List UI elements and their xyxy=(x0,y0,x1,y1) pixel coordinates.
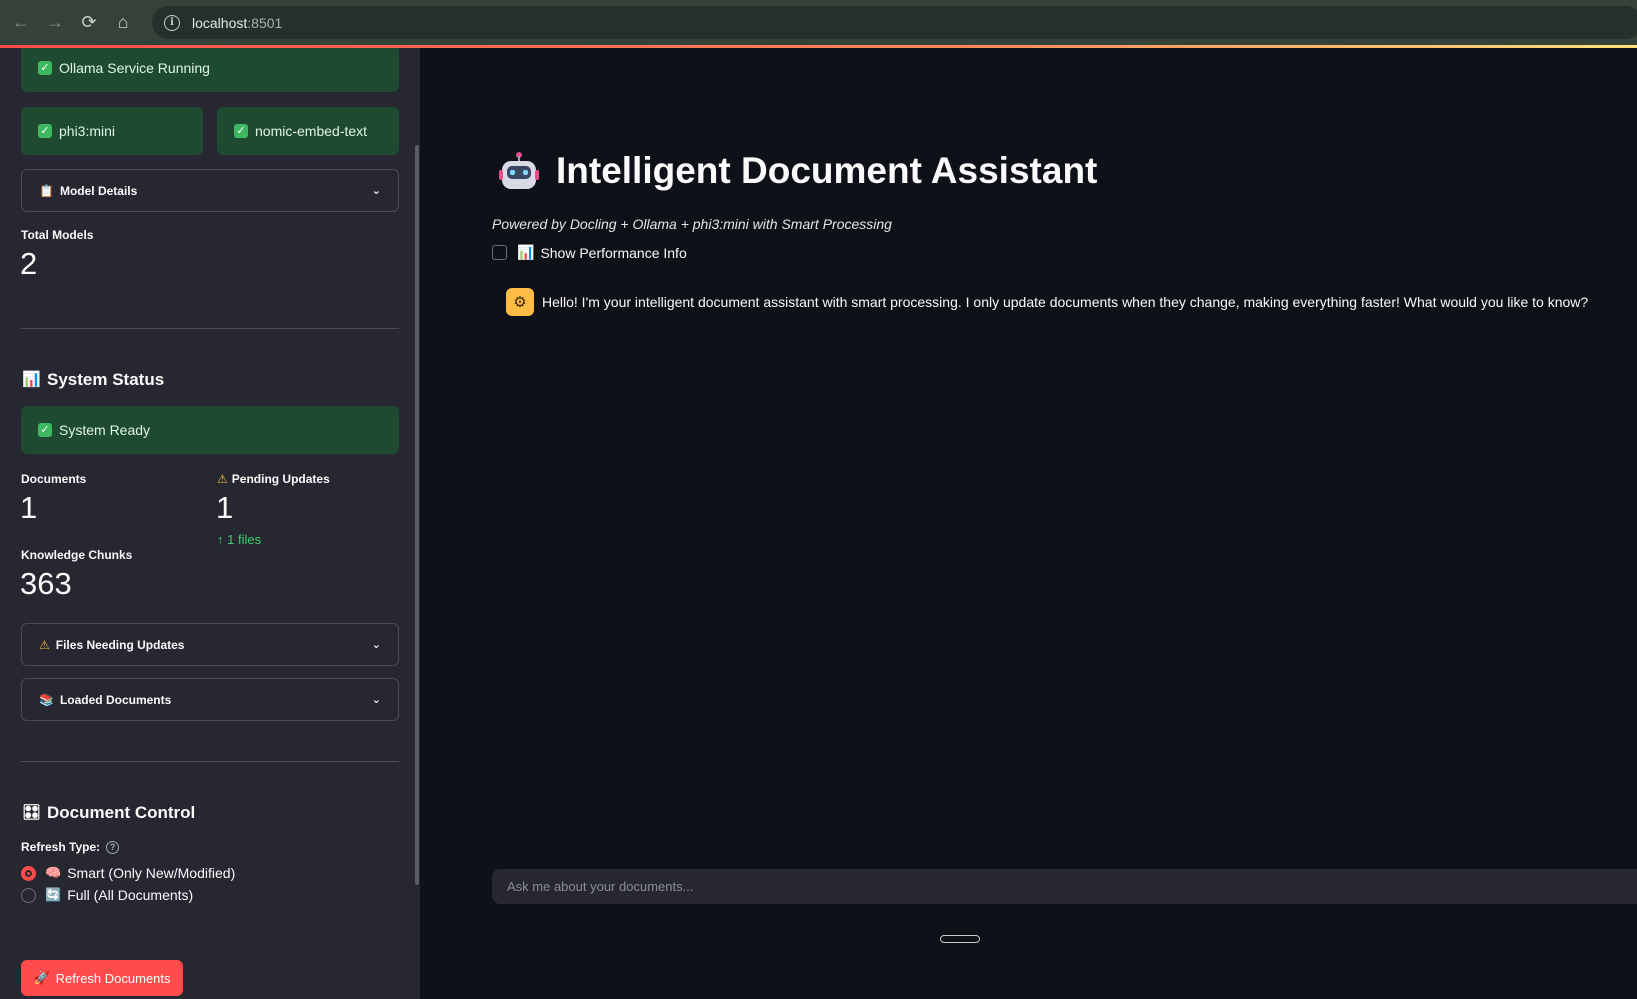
brain-icon: 🧠 xyxy=(45,865,62,880)
divider xyxy=(21,328,399,329)
radio-smart[interactable]: 🧠 Smart (Only New/Modified) xyxy=(21,865,235,881)
url-port: :8501 xyxy=(247,14,283,31)
ollama-status-text: Ollama Service Running xyxy=(59,60,210,76)
radio-unselected-icon[interactable] xyxy=(21,887,36,903)
bar-chart-icon: 📊 xyxy=(22,371,41,388)
resize-handle[interactable] xyxy=(940,935,980,943)
page-title: Intelligent Document Assistant xyxy=(498,150,1097,192)
system-ready-text: System Ready xyxy=(59,422,151,438)
check-icon: ✓ xyxy=(38,124,52,138)
page-title-text: Intelligent Document Assistant xyxy=(556,150,1098,191)
site-info-icon[interactable]: i xyxy=(164,14,180,31)
pending-delta-text: 1 files xyxy=(227,532,262,547)
check-icon: ✓ xyxy=(234,124,248,138)
model-details-label: Model Details xyxy=(59,183,138,198)
documents-value: 1 xyxy=(20,490,38,525)
robot-icon xyxy=(498,150,540,192)
loaded-documents-expander[interactable]: 📚 Loaded Documents ⌄ xyxy=(21,678,399,721)
books-icon: 📚 xyxy=(39,692,54,707)
radio-full[interactable]: 🔄 Full (All Documents) xyxy=(21,887,193,903)
bar-chart-icon: 📊 xyxy=(517,244,535,260)
chevron-down-icon: ⌄ xyxy=(371,694,381,706)
pending-updates-value: 1 xyxy=(216,490,234,525)
show-performance-checkbox[interactable]: 📊 Show Performance Info xyxy=(492,244,687,261)
divider xyxy=(21,761,399,762)
documents-label: Documents xyxy=(21,472,87,486)
checkbox-box[interactable] xyxy=(492,245,507,260)
knowledge-chunks-value: 363 xyxy=(20,566,72,601)
document-control-heading: 🎛 Document Control xyxy=(22,803,195,823)
address-bar[interactable]: i localhost:8501 xyxy=(152,6,1637,39)
model-name-phi3: phi3:mini xyxy=(59,123,116,139)
knowledge-chunks-label: Knowledge Chunks xyxy=(21,548,133,562)
warning-icon: ⚠ xyxy=(39,637,50,652)
loaded-documents-label: Loaded Documents xyxy=(59,692,172,707)
home-icon[interactable]: ⌂ xyxy=(106,6,140,40)
arrow-up-icon: ↑ xyxy=(217,532,224,547)
browser-toolbar: ← → ⟳ ⌂ i localhost:8501 xyxy=(0,0,1637,45)
assistant-chat-message: ⚙ Hello! I'm your intelligent document a… xyxy=(506,288,1588,316)
model-name-nomic: nomic-embed-text xyxy=(255,123,368,139)
model-status-phi3: ✓ phi3:mini xyxy=(21,107,203,155)
show-performance-label: Show Performance Info xyxy=(540,244,687,261)
forward-arrow-icon[interactable]: → xyxy=(38,6,72,40)
total-models-label: Total Models xyxy=(21,228,94,242)
assistant-message-text: Hello! I'm your intelligent document ass… xyxy=(542,294,1589,310)
chat-input-placeholder: Ask me about your documents... xyxy=(507,879,694,894)
files-needing-updates-expander[interactable]: ⚠ Files Needing Updates ⌄ xyxy=(21,623,399,666)
refresh-documents-button[interactable]: 🚀 Refresh Documents xyxy=(21,960,183,996)
refresh-type-label: Refresh Type: ? xyxy=(21,840,120,854)
back-arrow-icon[interactable]: ← xyxy=(4,6,38,40)
pending-updates-delta: ↑ 1 files xyxy=(217,532,261,547)
refresh-button-label: Refresh Documents xyxy=(55,970,171,986)
check-icon: ✓ xyxy=(38,61,52,75)
document-control-title: Document Control xyxy=(47,803,196,822)
system-status-heading: 📊 System Status xyxy=(22,370,164,390)
system-status-title: System Status xyxy=(47,370,165,389)
page-subtitle: Powered by Docling + Ollama + phi3:mini … xyxy=(492,216,892,232)
radio-full-label: Full (All Documents) xyxy=(67,887,194,903)
sidebar: ✓ Ollama Service Running ✓ phi3:mini ✓ n… xyxy=(0,48,420,999)
assistant-avatar-icon: ⚙ xyxy=(506,288,534,316)
main-content: Intelligent Document Assistant Powered b… xyxy=(420,48,1637,999)
radio-selected-icon[interactable] xyxy=(21,865,36,881)
chat-input[interactable]: Ask me about your documents... xyxy=(492,869,1637,904)
model-details-expander[interactable]: 📋 Model Details ⌄ xyxy=(21,169,399,212)
chevron-down-icon: ⌄ xyxy=(371,185,381,197)
chevron-down-icon: ⌄ xyxy=(371,639,381,651)
sidebar-scrollbar[interactable] xyxy=(415,145,419,885)
system-ready-alert: ✓ System Ready xyxy=(21,406,399,454)
help-icon[interactable]: ? xyxy=(106,840,120,854)
clipboard-icon: 📋 xyxy=(39,183,54,198)
pending-updates-text: Pending Updates xyxy=(231,472,330,486)
files-needing-updates-label: Files Needing Updates xyxy=(55,637,185,652)
url-host: localhost xyxy=(192,14,248,31)
rocket-icon: 🚀 xyxy=(33,970,50,985)
warning-icon: ⚠ xyxy=(217,472,228,486)
radio-smart-label: Smart (Only New/Modified) xyxy=(67,865,236,881)
refresh-type-text: Refresh Type: xyxy=(21,840,101,854)
ollama-status-alert: ✓ Ollama Service Running xyxy=(21,48,399,92)
refresh-arrows-icon: 🔄 xyxy=(45,887,62,902)
total-models-value: 2 xyxy=(20,246,38,281)
model-status-nomic: ✓ nomic-embed-text xyxy=(217,107,399,155)
check-icon: ✓ xyxy=(38,423,52,437)
control-knobs-icon: 🎛 xyxy=(22,804,42,821)
pending-updates-label: ⚠ Pending Updates xyxy=(217,472,330,486)
reload-icon[interactable]: ⟳ xyxy=(72,6,106,40)
